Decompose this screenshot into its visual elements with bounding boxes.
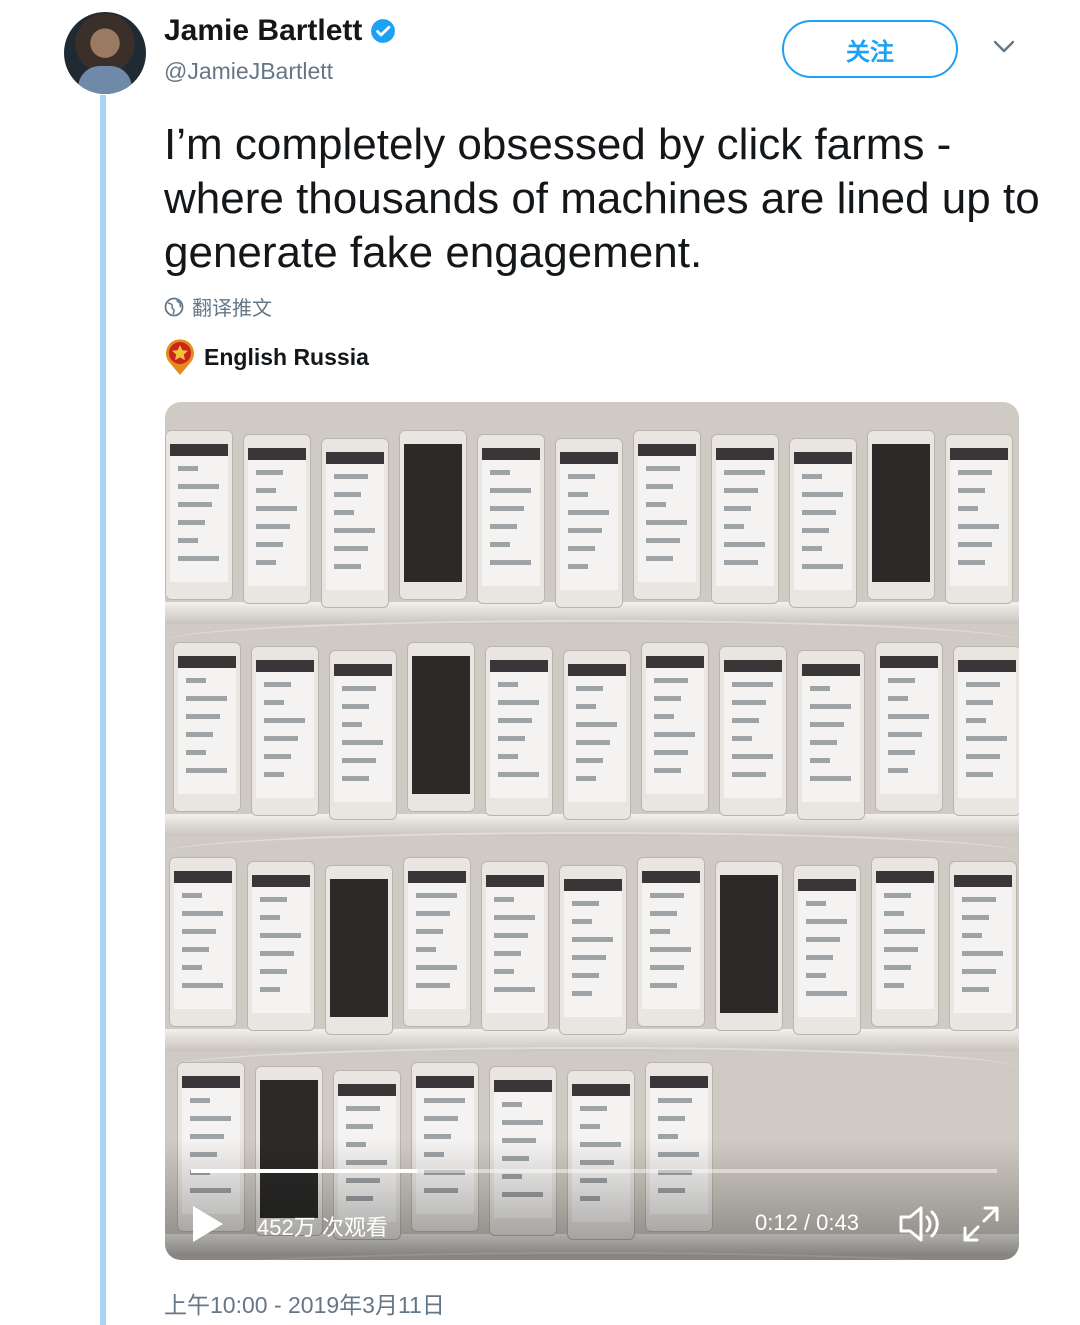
phone-device xyxy=(321,438,389,608)
tweet-timestamp[interactable]: 上午10:00 - 2019年3月11日 xyxy=(164,1286,445,1320)
video-player[interactable]: 452万 次观看 0:12 / 0:43 xyxy=(165,402,1019,1260)
phone-device xyxy=(477,434,545,604)
author-name-row: Jamie Bartlett xyxy=(164,14,396,48)
phone-device xyxy=(793,865,861,1035)
phone-device xyxy=(243,434,311,604)
phone-device xyxy=(715,861,783,1031)
phone-device xyxy=(403,857,471,1027)
fullscreen-icon[interactable] xyxy=(961,1204,1001,1244)
phone-device xyxy=(169,857,237,1027)
phone-device xyxy=(559,865,627,1035)
phone-device xyxy=(719,646,787,816)
source-name[interactable]: English Russia xyxy=(204,344,369,371)
volume-icon[interactable] xyxy=(897,1202,943,1246)
phone-device xyxy=(949,861,1017,1031)
phone-device xyxy=(945,434,1013,604)
play-icon[interactable] xyxy=(191,1204,225,1244)
verified-badge-icon xyxy=(371,19,396,43)
phone-device xyxy=(637,857,705,1027)
phone-device xyxy=(711,434,779,604)
phone-device xyxy=(251,646,319,816)
thread-line xyxy=(100,95,106,1325)
phone-device xyxy=(797,650,865,820)
phone-device xyxy=(325,865,393,1035)
video-progress-bar[interactable] xyxy=(191,1169,997,1173)
media-source[interactable]: English Russia xyxy=(164,338,369,376)
follow-button[interactable]: 关注 xyxy=(782,20,958,78)
chevron-down-icon[interactable] xyxy=(992,38,1016,56)
video-progress-fill xyxy=(191,1169,417,1173)
phone-device xyxy=(481,861,549,1031)
phone-device xyxy=(789,438,857,608)
phone-device xyxy=(407,642,475,812)
controls-overlay xyxy=(165,1140,1019,1260)
phone-device xyxy=(173,642,241,812)
phone-device xyxy=(875,642,943,812)
translate-label[interactable]: 翻译推文 xyxy=(192,292,272,321)
phone-device xyxy=(485,646,553,816)
phone-device xyxy=(247,861,315,1031)
video-time: 0:12 / 0:43 xyxy=(755,1210,859,1235)
phone-device xyxy=(165,430,233,600)
source-badge-icon xyxy=(166,339,194,375)
phone-device xyxy=(953,646,1019,816)
phone-device xyxy=(329,650,397,820)
author-name[interactable]: Jamie Bartlett xyxy=(164,14,362,48)
author-handle[interactable]: @JamieJBartlett xyxy=(164,58,333,85)
avatar[interactable] xyxy=(64,12,146,94)
translate-tweet-link[interactable]: 翻译推文 xyxy=(164,292,272,321)
phone-device xyxy=(867,430,935,600)
phone-device xyxy=(633,430,701,600)
phone-device xyxy=(641,642,709,812)
phone-device xyxy=(871,857,939,1027)
phone-device xyxy=(555,438,623,608)
globe-icon xyxy=(164,297,184,316)
view-count: 452万 次观看 xyxy=(257,1215,388,1240)
phone-device xyxy=(399,430,467,600)
tweet-text: I’m completely obsessed by click farms -… xyxy=(164,120,1040,277)
phone-device xyxy=(563,650,631,820)
